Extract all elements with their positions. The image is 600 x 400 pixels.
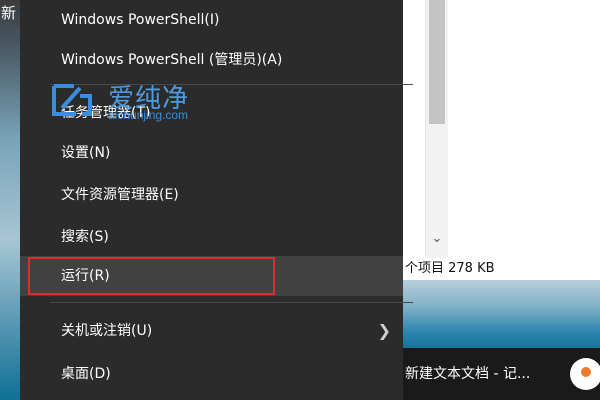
menu-item-label: 搜索(S) — [61, 229, 109, 245]
menu-item-task-manager[interactable]: 任务管理器(T) — [20, 93, 403, 133]
tray-app-icon[interactable] — [570, 358, 600, 390]
desktop-background: 新 — [0, 0, 20, 400]
menu-item-label: 任务管理器(T) — [61, 105, 151, 121]
taskbar-item-notepad[interactable]: 新建文本文档 - 记... — [405, 348, 530, 400]
menu-item-shutdown-signout[interactable]: 关机或注销(U) ❯ — [20, 311, 403, 351]
menu-separator — [50, 84, 413, 85]
vertical-scrollbar[interactable]: ⌄ — [425, 0, 448, 258]
taskbar: 新建文本文档 - 记... — [403, 348, 600, 400]
explorer-status-bar: 个项目 278 KB — [403, 258, 600, 280]
menu-item-powershell[interactable]: Windows PowerShell(I) — [20, 0, 403, 40]
status-text: 个项目 278 KB — [405, 261, 495, 276]
menu-item-powershell-admin[interactable]: Windows PowerShell (管理员)(A) — [20, 40, 403, 80]
desktop-wallpaper — [403, 280, 600, 348]
menu-item-label: 文件资源管理器(E) — [61, 187, 179, 203]
desktop-edge-text: 新 — [1, 4, 17, 22]
highlight-annotation-box — [28, 257, 275, 295]
menu-item-label: Windows PowerShell(I) — [61, 12, 220, 28]
winx-context-menu: Windows PowerShell(I) Windows PowerShell… — [20, 0, 413, 400]
scrollbar-thumb[interactable] — [429, 0, 445, 124]
chevron-down-icon[interactable]: ⌄ — [430, 232, 444, 246]
menu-item-label: Windows PowerShell (管理员)(A) — [61, 52, 283, 68]
menu-item-settings[interactable]: 设置(N) — [20, 133, 403, 173]
menu-item-label: 设置(N) — [61, 145, 111, 161]
menu-item-label: 关机或注销(U) — [61, 323, 153, 339]
menu-item-desktop[interactable]: 桌面(D) — [20, 354, 403, 394]
chevron-right-icon: ❯ — [377, 321, 391, 340]
menu-item-search[interactable]: 搜索(S) — [20, 217, 403, 257]
menu-item-label: 桌面(D) — [61, 366, 111, 382]
menu-item-file-explorer[interactable]: 文件资源管理器(E) — [20, 175, 403, 215]
menu-separator — [50, 302, 413, 303]
